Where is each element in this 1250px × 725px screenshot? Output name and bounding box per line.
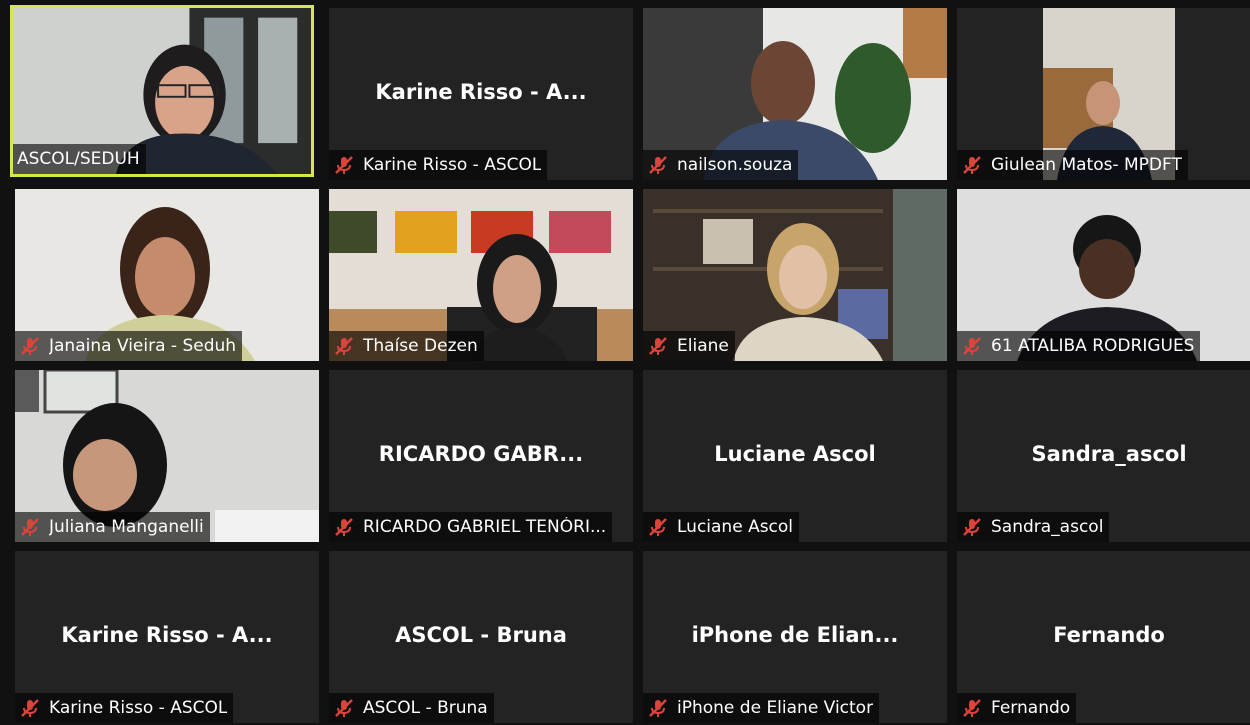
participant-tile-janaina-vieira[interactable]: Janaina Vieira - Seduh [15, 189, 319, 361]
participant-name-bar: ASCOL/SEDUH [13, 144, 146, 174]
muted-mic-icon [21, 699, 39, 717]
participant-name: Fernando [991, 698, 1071, 718]
muted-mic-icon [963, 699, 981, 717]
participant-display-name: iPhone de Elian... [691, 623, 899, 647]
participant-tile-ascol-seduh[interactable]: ASCOL/SEDUH [10, 5, 314, 177]
muted-mic-icon [649, 699, 667, 717]
participant-name: Thaíse Dezen [363, 336, 478, 356]
muted-mic-icon [335, 156, 353, 174]
participant-tile-thaise-dezen[interactable]: Thaíse Dezen [329, 189, 633, 361]
participant-name: Luciane Ascol [677, 517, 794, 537]
participant-name-bar: ASCOL - Bruna [329, 693, 494, 723]
muted-mic-icon [963, 337, 981, 355]
participant-tile-ataliba[interactable]: 61 ATALIBA RODRIGUES [957, 189, 1250, 361]
participant-tile-giulean-matos[interactable]: Giulean Matos- MPDFT [957, 8, 1250, 180]
participant-name: 61 ATALIBA RODRIGUES [991, 336, 1195, 356]
participant-display-name: Karine Risso - A... [61, 623, 273, 647]
participant-name-bar: Giulean Matos- MPDFT [957, 150, 1188, 180]
participant-name-bar: Karine Risso - ASCOL [329, 150, 548, 180]
participant-display-name: ASCOL - Bruna [395, 623, 567, 647]
muted-mic-icon [963, 518, 981, 536]
participant-name: Karine Risso - ASCOL [363, 155, 542, 175]
participant-name: nailson.souza [677, 155, 793, 175]
participant-name-bar: nailson.souza [643, 150, 799, 180]
participant-tile-juliana[interactable]: Juliana Manganelli [15, 370, 319, 542]
participant-tile-iphone-eliane[interactable]: iPhone de Elian... iPhone de Eliane Vict… [643, 551, 947, 723]
participant-name-bar: 61 ATALIBA RODRIGUES [957, 331, 1201, 361]
participant-tile-luciane[interactable]: Luciane Ascol Luciane Ascol [643, 370, 947, 542]
muted-mic-icon [963, 156, 981, 174]
participant-name: Eliane [677, 336, 729, 356]
participant-name-bar: RICARDO GABRIEL TENÓRI... [329, 512, 613, 542]
participant-name: Karine Risso - ASCOL [49, 698, 228, 718]
participant-tile-eliane[interactable]: Eliane [643, 189, 947, 361]
participant-name: ASCOL - Bruna [363, 698, 488, 718]
muted-mic-icon [335, 699, 353, 717]
participant-tile-karine-risso-2[interactable]: Karine Risso - A... Karine Risso - ASCOL [15, 551, 319, 723]
participant-tile-ricardo[interactable]: RICARDO GABR... RICARDO GABRIEL TENÓRI..… [329, 370, 633, 542]
muted-mic-icon [335, 337, 353, 355]
participant-name: ASCOL/SEDUH [17, 149, 140, 169]
participant-name-bar: Sandra_ascol [957, 512, 1110, 542]
participant-name-bar: Thaíse Dezen [329, 331, 484, 361]
participant-name: RICARDO GABRIEL TENÓRI... [363, 517, 607, 537]
participant-name: iPhone de Eliane Victor [677, 698, 874, 718]
muted-mic-icon [649, 337, 667, 355]
muted-mic-icon [649, 156, 667, 174]
participant-name-bar: iPhone de Eliane Victor [643, 693, 880, 723]
muted-mic-icon [21, 337, 39, 355]
participant-display-name: RICARDO GABR... [378, 442, 584, 466]
participant-name-bar: Karine Risso - ASCOL [15, 693, 234, 723]
participant-name: Giulean Matos- MPDFT [991, 155, 1182, 175]
participant-tile-sandra[interactable]: Sandra_ascol Sandra_ascol [957, 370, 1250, 542]
participant-display-name: Sandra_ascol [1031, 442, 1187, 466]
muted-mic-icon [335, 518, 353, 536]
participant-name-bar: Juliana Manganelli [15, 512, 210, 542]
participant-display-name: Fernando [1053, 623, 1165, 647]
participant-name-bar: Eliane [643, 331, 735, 361]
muted-mic-icon [21, 518, 39, 536]
participant-tile-ascol-bruna[interactable]: ASCOL - Bruna ASCOL - Bruna [329, 551, 633, 723]
participant-tile-fernando[interactable]: Fernando Fernando [957, 551, 1250, 723]
participant-name-bar: Fernando [957, 693, 1077, 723]
participant-tile-karine-risso[interactable]: Karine Risso - A... Karine Risso - ASCOL [329, 8, 633, 180]
participant-name-bar: Janaina Vieira - Seduh [15, 331, 243, 361]
participant-name: Sandra_ascol [991, 517, 1104, 537]
participant-display-name: Luciane Ascol [714, 442, 876, 466]
participant-name: Janaina Vieira - Seduh [49, 336, 237, 356]
participant-tile-nailson[interactable]: nailson.souza [643, 8, 947, 180]
muted-mic-icon [649, 518, 667, 536]
participant-name-bar: Luciane Ascol [643, 512, 800, 542]
participant-name: Juliana Manganelli [49, 517, 204, 537]
participant-grid: ASCOL/SEDUH Karine Risso - A... Karine R… [0, 0, 1250, 725]
participant-display-name: Karine Risso - A... [375, 80, 587, 104]
